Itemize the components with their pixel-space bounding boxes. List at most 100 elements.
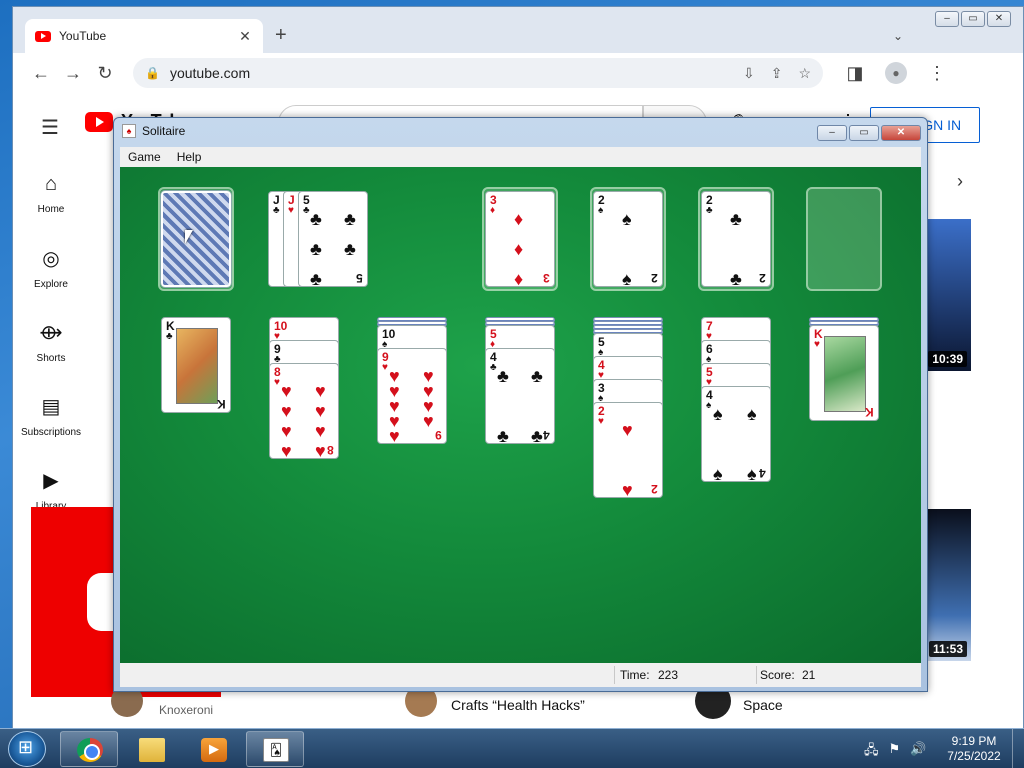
menu-game[interactable]: Game bbox=[120, 150, 169, 164]
back-icon[interactable]: ← bbox=[25, 63, 57, 84]
menu-bar: Game Help bbox=[120, 147, 921, 167]
suit-pip-icon: ♠ bbox=[713, 464, 723, 482]
taskbar-explorer[interactable] bbox=[122, 731, 180, 767]
forward-icon[interactable]: → bbox=[57, 63, 89, 84]
taskbar-media-player[interactable] bbox=[184, 731, 242, 767]
card-3-of-diamonds[interactable]: 3 ♦ ♦ ♦ ♦ 3 bbox=[485, 191, 555, 287]
youtube-sidebar: ⌂ Home ◎ Explore ⟴ Shorts ▤ Subscription… bbox=[13, 157, 89, 527]
sidebar-item-label: Subscriptions bbox=[20, 427, 82, 438]
clock[interactable]: 9:19 PM 7/25/2022 bbox=[944, 734, 1004, 764]
new-tab-icon[interactable]: + bbox=[275, 25, 287, 45]
card-2-of-hearts[interactable]: 2 ♥ ♥ ♥ 2 bbox=[593, 402, 663, 498]
side-panel-icon[interactable]: ◨ bbox=[839, 63, 871, 84]
close-button[interactable]: ✕ bbox=[987, 11, 1011, 27]
profile-avatar-icon[interactable]: ● bbox=[885, 62, 907, 84]
maximize-button[interactable]: ▭ bbox=[849, 125, 879, 141]
folder-icon bbox=[139, 738, 165, 762]
game-table: J ♣ J ♥ 5 ♣ ♣ ♣ ♣ ♣ ♣ 5 3 ♦ ♦ ♦ ♦ 3 2 ♠ ♠ ♠ 2 2 ♣ ♣ ♣ 2 K ♣ K 10 ♥ 9 ♣ 8 ♥ ♥ ♥… bbox=[120, 167, 921, 663]
suit-pip-icon: ♠ bbox=[622, 269, 632, 287]
sidebar-item-subscriptions[interactable]: ▤ Subscriptions bbox=[13, 379, 89, 453]
tab-close-icon[interactable]: ✕ bbox=[237, 28, 253, 45]
card-rank-bottom: 2 bbox=[759, 271, 766, 285]
bookmark-star-icon[interactable]: ☆ bbox=[798, 65, 811, 82]
tab-search-chevron-icon[interactable]: ⌄ bbox=[893, 29, 903, 43]
sidebar-item-home[interactable]: ⌂ Home bbox=[13, 157, 89, 231]
card-rank-bottom: 5 bbox=[356, 271, 363, 285]
card-rank-bottom: 2 bbox=[651, 482, 658, 496]
close-button[interactable]: ✕ bbox=[881, 125, 921, 141]
score-label: Score: bbox=[760, 668, 795, 682]
card-suit-icon: ♣ bbox=[166, 331, 173, 342]
status-divider bbox=[756, 666, 757, 684]
solitaire-titlebar[interactable]: ♠ Solitaire bbox=[122, 124, 185, 138]
card-suit-icon: ♣ bbox=[706, 205, 713, 216]
card-suit-icon: ♣ bbox=[490, 362, 497, 373]
status-divider bbox=[614, 666, 615, 684]
suit-pip-icon: ♥ bbox=[315, 381, 326, 401]
minimize-button[interactable]: – bbox=[817, 125, 847, 141]
card-2-of-spades[interactable]: 2 ♠ ♠ ♠ 2 bbox=[593, 191, 663, 287]
face-card-art bbox=[824, 336, 866, 412]
tab-youtube[interactable]: YouTube ✕ bbox=[25, 19, 263, 53]
score-value: 21 bbox=[802, 668, 816, 682]
card-rank-bottom: K bbox=[217, 397, 226, 411]
share-icon[interactable]: ⇪ bbox=[771, 65, 783, 82]
card-suit-icon: ♣ bbox=[273, 205, 280, 216]
network-icon[interactable]: 🖧 bbox=[864, 741, 879, 763]
taskbar: 🂡 🖧 ⚑ 🔊 9:19 PM 7/25/2022 bbox=[0, 728, 1024, 768]
chrome-menu-icon[interactable]: ⋮ bbox=[921, 63, 953, 84]
suit-pip-icon: ♦ bbox=[514, 269, 524, 287]
channel-name[interactable]: Knoxeroni bbox=[159, 703, 213, 717]
card-rank-bottom: 4 bbox=[759, 466, 766, 480]
suit-pip-icon: ♥ bbox=[315, 401, 326, 421]
suit-pip-icon: ♣ bbox=[730, 209, 742, 229]
card-8-of-hearts[interactable]: 8 ♥ ♥ ♥ ♥ ♥ ♥ ♥ ♥ ♥ 8 bbox=[269, 363, 339, 459]
video-duration: 10:39 bbox=[928, 351, 967, 367]
home-icon: ⌂ bbox=[44, 173, 58, 195]
solitaire-taskbar-icon: 🂡 bbox=[263, 738, 289, 762]
address-bar[interactable]: 🔒 youtube.com ⇩ ⇪ ☆ bbox=[133, 58, 823, 88]
hamburger-menu-icon[interactable]: ☰ bbox=[41, 115, 59, 140]
suit-pip-icon: ♠ bbox=[747, 464, 757, 482]
reload-icon[interactable]: ↻ bbox=[89, 63, 121, 84]
suit-pip-icon: ♥ bbox=[315, 421, 326, 441]
sidebar-item-explore[interactable]: ◎ Explore bbox=[13, 231, 89, 305]
suit-pip-icon: ♥ bbox=[281, 381, 292, 401]
card-2-of-clubs[interactable]: 2 ♣ ♣ ♣ 2 bbox=[701, 191, 771, 287]
card-4-of-clubs[interactable]: 4 ♣ ♣ ♣ ♣ ♣ 4 bbox=[485, 348, 555, 444]
suit-pip-icon: ♣ bbox=[344, 209, 356, 229]
sidebar-item-shorts[interactable]: ⟴ Shorts bbox=[13, 305, 89, 379]
video-title[interactable]: Space bbox=[743, 697, 783, 713]
url-text: youtube.com bbox=[169, 65, 251, 81]
card-9-of-hearts[interactable]: 9 ♥ ♥ ♥ ♥ ♥ ♥ ♥ ♥ ♥ ♥ 9 bbox=[377, 348, 447, 444]
card-4-of-spades[interactable]: 4 ♠ ♠ ♠ ♠ ♠ 4 bbox=[701, 386, 771, 482]
volume-icon[interactable]: 🔊 bbox=[910, 741, 926, 763]
taskbar-solitaire[interactable]: 🂡 bbox=[246, 731, 304, 767]
mouse-cursor-icon bbox=[185, 230, 201, 244]
shorts-icon: ⟴ bbox=[39, 322, 63, 344]
action-center-flag-icon[interactable]: ⚑ bbox=[889, 741, 901, 763]
chips-next-icon[interactable]: › bbox=[957, 171, 963, 192]
maximize-button[interactable]: ▭ bbox=[961, 11, 985, 27]
minimize-button[interactable]: – bbox=[935, 11, 959, 27]
card-suit-icon: ♥ bbox=[288, 205, 294, 216]
foundation-4-border bbox=[806, 187, 882, 291]
taskbar-chrome[interactable] bbox=[60, 731, 118, 767]
compass-icon: ◎ bbox=[42, 248, 60, 270]
install-icon[interactable]: ⇩ bbox=[743, 65, 755, 82]
card-rank-bottom: 2 bbox=[651, 271, 658, 285]
card-k-of-clubs[interactable]: K ♣ K bbox=[161, 317, 231, 413]
video-title[interactable]: Crafts “Health Hacks” bbox=[451, 697, 585, 713]
suit-pip-icon: ♠ bbox=[713, 404, 723, 424]
suit-pip-icon: ♦ bbox=[514, 209, 524, 229]
card-rank-bottom: 8 bbox=[327, 443, 334, 457]
card-suit-icon: ♥ bbox=[274, 377, 280, 388]
status-bar: Time: 223 Score: 21 bbox=[120, 663, 921, 687]
start-button[interactable] bbox=[8, 731, 46, 767]
suit-pip-icon: ♣ bbox=[531, 366, 543, 386]
card-5-of-clubs[interactable]: 5 ♣ ♣ ♣ ♣ ♣ ♣ 5 bbox=[298, 191, 368, 287]
card-suit-icon: ♣ bbox=[303, 205, 310, 216]
show-desktop-button[interactable] bbox=[1012, 729, 1024, 768]
card-k-of-hearts[interactable]: K ♥ K bbox=[809, 325, 879, 421]
menu-help[interactable]: Help bbox=[169, 150, 210, 164]
